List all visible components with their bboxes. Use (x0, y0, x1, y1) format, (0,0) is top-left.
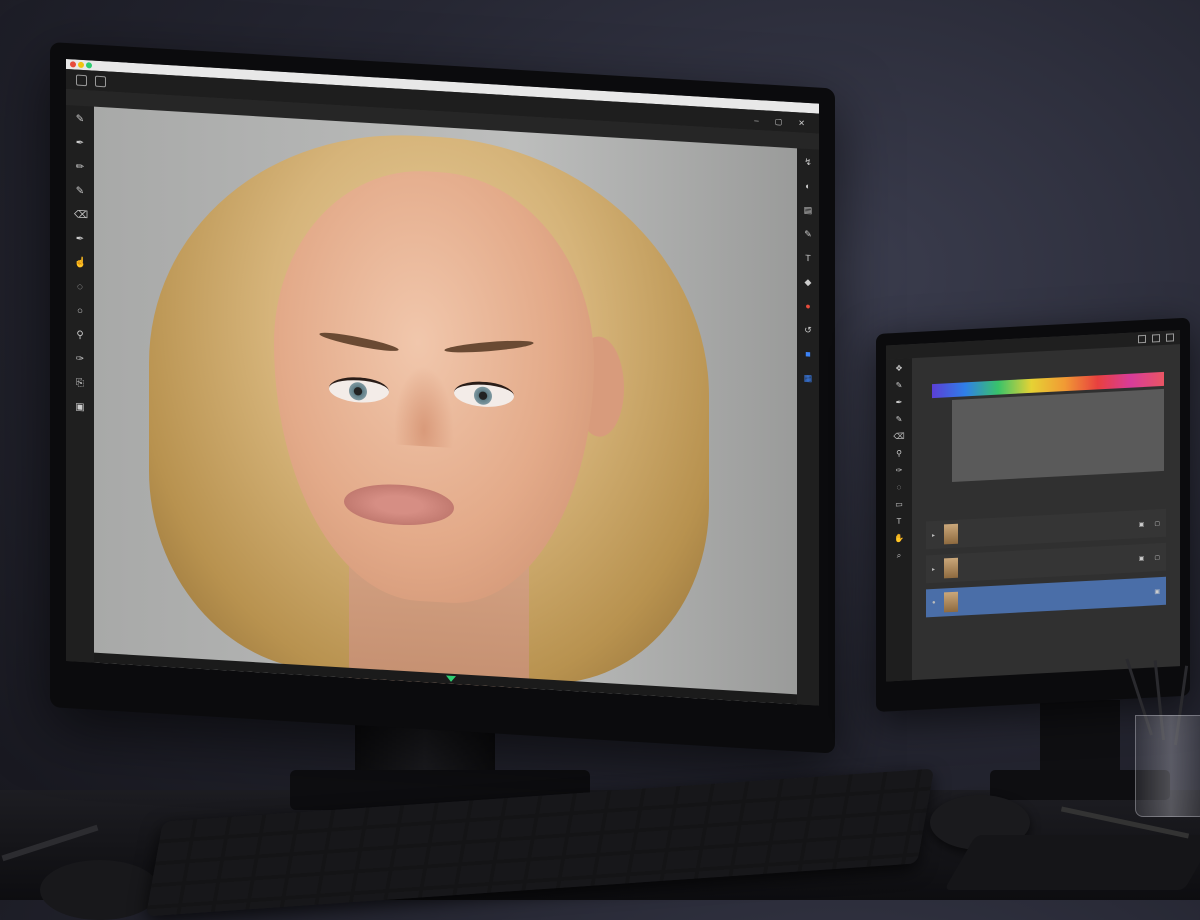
layer-row-selected[interactable]: ● ▣ (926, 576, 1166, 618)
hand-icon[interactable]: ✋ (894, 534, 904, 544)
lasso-icon[interactable]: ◌ (897, 483, 902, 492)
secondary-toolbar: ✥ ✎ ✒ ✎ ⌫ ⚲ ✑ ◌ ▭ T ✋ ⌕ (886, 358, 912, 682)
layer-thumbnail (944, 523, 958, 545)
brush-icon[interactable]: ✎ (896, 415, 903, 424)
close-button[interactable]: ✕ (798, 118, 805, 127)
main-monitor: – ▢ ✕ ✎ ✒ ✏ ✎ ⌫ ✒ ☝ ◌ ○ ⚲ ✑ ⎘ ▣ ↯ ◐ ▤ ✎ … (50, 42, 835, 754)
secondary-monitor: ✥ ✎ ✒ ✎ ⌫ ⚲ ✑ ◌ ▭ T ✋ ⌕ ▸ ▣ ▢ ▸ ▣ ▢ ● ▣ (876, 317, 1190, 712)
minimize-button[interactable]: – (754, 115, 758, 124)
link-icon[interactable]: ▢ (1154, 520, 1160, 527)
layer-thumbnail (944, 591, 958, 613)
color-swatch-icon[interactable]: ▣ (74, 401, 86, 414)
maximize-dot-icon[interactable] (86, 62, 92, 69)
visibility-icon[interactable]: ● (932, 600, 938, 606)
lasso-icon[interactable]: ◌ (74, 281, 86, 294)
layers-icon[interactable]: ▤ (803, 205, 813, 216)
layer-controls: ▣ ▢ (1139, 553, 1166, 562)
pen-icon[interactable]: ✒ (896, 398, 903, 407)
right-toolbar: ↯ ◐ ▤ ✎ T ◆ ● ↺ ■ ▦ (797, 148, 819, 706)
eraser-icon[interactable]: ⌫ (74, 209, 88, 222)
maximize-icon[interactable] (1152, 334, 1160, 343)
minimize-dot-icon[interactable] (78, 61, 84, 69)
layer-row[interactable]: ▸ ▣ ▢ (926, 508, 1166, 550)
dropper-icon[interactable]: ⚲ (896, 449, 902, 458)
portrait-nose (394, 364, 454, 449)
move-icon[interactable]: ✥ (896, 364, 903, 373)
image-canvas[interactable] (94, 106, 797, 705)
color-icon[interactable]: ● (803, 301, 813, 312)
mouse-left (40, 860, 160, 920)
pencil-icon[interactable]: ✏ (74, 161, 86, 174)
file-icon[interactable] (95, 75, 106, 87)
brush-icon[interactable]: ✎ (74, 113, 86, 126)
arrow-icon[interactable]: ↯ (803, 157, 813, 168)
text-icon[interactable]: T (803, 253, 813, 264)
zoom-icon[interactable]: ⌕ (897, 551, 901, 560)
clone-icon[interactable]: ⎘ (74, 377, 86, 390)
pen-icon[interactable]: ✑ (74, 353, 86, 366)
text-icon[interactable]: T (897, 517, 902, 526)
pen-icon[interactable]: ✒ (74, 233, 86, 246)
visibility-icon[interactable]: ▸ (932, 565, 938, 572)
brush-icon[interactable]: ✎ (74, 185, 86, 198)
link-icon[interactable]: ▢ (1154, 554, 1160, 561)
maximize-button[interactable]: ▢ (775, 117, 783, 126)
mask-icon[interactable]: ▣ (1139, 520, 1145, 527)
layer-row[interactable]: ▸ ▣ ▢ (926, 542, 1166, 584)
shape-icon[interactable]: ◆ (803, 277, 813, 288)
indicator-icon (445, 675, 456, 683)
mask-icon[interactable]: ▣ (1139, 554, 1145, 561)
mouse-pad (944, 835, 1200, 890)
mask-icon[interactable]: ▣ (1154, 588, 1160, 595)
pen-icon[interactable]: ✑ (896, 466, 903, 475)
smudge-icon[interactable]: ☝ (74, 257, 86, 270)
dropper-icon[interactable]: ⚲ (74, 329, 86, 342)
close-dot-icon[interactable] (70, 61, 76, 68)
main-screen: – ▢ ✕ ✎ ✒ ✏ ✎ ⌫ ✒ ☝ ◌ ○ ⚲ ✑ ⎘ ▣ ↯ ◐ ▤ ✎ … (66, 58, 819, 706)
close-icon[interactable] (1166, 333, 1174, 342)
minimize-icon[interactable] (1138, 334, 1146, 344)
pen-icon[interactable]: ✒ (74, 137, 86, 150)
brush-cup (1135, 715, 1200, 817)
secondary-screen: ✥ ✎ ✒ ✎ ⌫ ⚲ ✑ ◌ ▭ T ✋ ⌕ ▸ ▣ ▢ ▸ ▣ ▢ ● ▣ (886, 330, 1180, 682)
secondary-title-bar (886, 330, 1180, 360)
channels-icon[interactable]: ▦ (803, 373, 813, 384)
shape-icon[interactable]: ▭ (895, 500, 903, 509)
left-toolbar: ✎ ✒ ✏ ✎ ⌫ ✒ ☝ ◌ ○ ⚲ ✑ ⎘ ▣ (66, 104, 94, 663)
properties-icon[interactable]: ■ (803, 349, 813, 360)
layer-controls: ▣ ▢ (1139, 519, 1166, 528)
home-icon[interactable] (76, 74, 87, 86)
brush-icon[interactable]: ✎ (896, 381, 903, 390)
brush-icon[interactable]: ✎ (803, 229, 813, 240)
circle-icon[interactable]: ○ (74, 305, 86, 318)
window-controls: – ▢ ✕ (754, 115, 819, 128)
visibility-icon[interactable]: ▸ (932, 531, 938, 538)
history-icon[interactable]: ↺ (803, 325, 813, 336)
adjust-icon[interactable]: ◐ (803, 181, 813, 192)
eraser-icon[interactable]: ⌫ (893, 431, 904, 441)
layer-thumbnail (944, 557, 958, 579)
histogram-preview (952, 388, 1164, 483)
layer-controls: ▣ (1154, 587, 1166, 595)
